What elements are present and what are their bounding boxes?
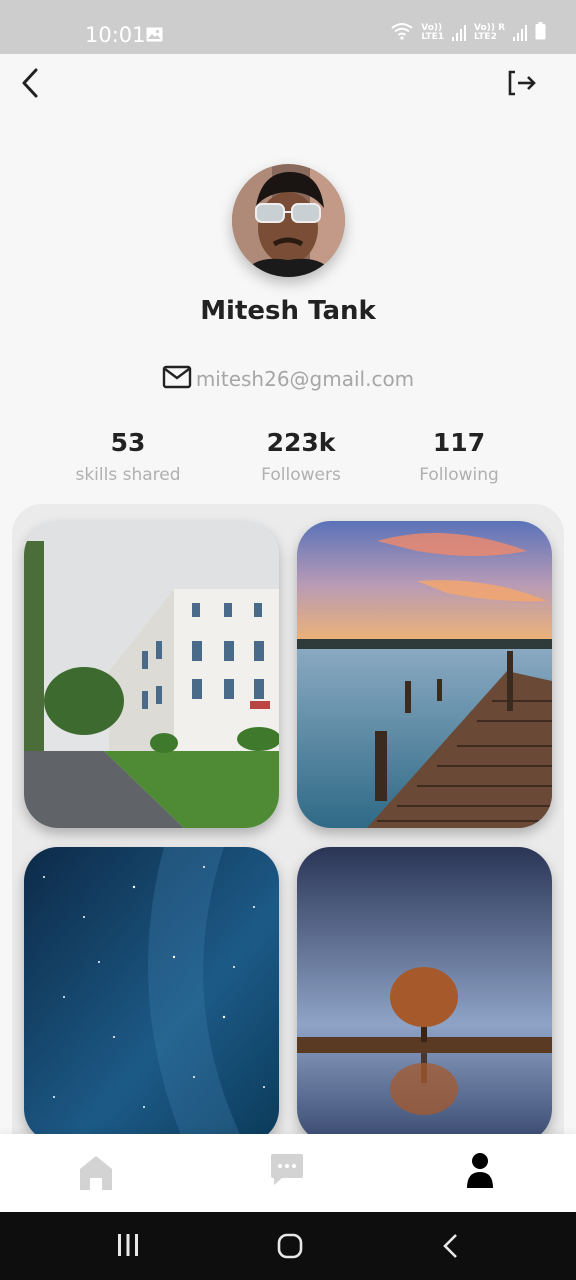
stat-following[interactable]: 117 Following: [369, 425, 549, 485]
gallery-photo-building[interactable]: [24, 521, 279, 828]
wifi-icon: [391, 22, 413, 44]
sim2-label: Vo)) R LTE2: [474, 24, 505, 42]
profile-name: Mitesh Tank: [200, 296, 376, 326]
gallery-photo-night-sky[interactable]: [24, 847, 279, 1143]
signal-icon: [452, 25, 467, 41]
stat-skills[interactable]: 53 skills shared: [38, 425, 218, 485]
mail-icon: [162, 365, 192, 393]
gallery-photo-pier[interactable]: [297, 521, 552, 828]
stat-label: Following: [419, 465, 499, 485]
home-system-button[interactable]: [276, 1232, 304, 1264]
profile-screen: 10:01 Vo)) LTE1 Vo)) R LTE2 Mitesh Tank …: [0, 0, 576, 1280]
system-navigation-bar: [0, 1212, 576, 1280]
chat-icon: [271, 1154, 303, 1185]
home-circle-icon: [277, 1233, 303, 1259]
nav-home[interactable]: [78, 1152, 118, 1192]
sim2-bottom: LTE2: [474, 32, 497, 42]
gallery-icon: [146, 27, 163, 46]
gallery-photo-tree[interactable]: [297, 847, 552, 1143]
status-bar: 10:01 Vo)) LTE1 Vo)) R LTE2: [0, 0, 576, 54]
stat-followers[interactable]: 223k Followers: [211, 425, 391, 485]
recent-apps-icon: [118, 1234, 138, 1256]
logout-button[interactable]: [506, 68, 538, 98]
status-time: 10:01: [85, 23, 146, 47]
nav-chat[interactable]: [268, 1152, 308, 1192]
bottom-nav: [0, 1134, 576, 1212]
sim1-bottom: LTE1: [421, 32, 445, 42]
stat-value: 223k: [266, 428, 336, 457]
home-icon: [80, 1156, 112, 1190]
stat-value: 117: [432, 428, 486, 457]
email-text: mitesh26@gmail.com: [195, 367, 415, 391]
signal-icon: [513, 25, 527, 41]
back-button[interactable]: [18, 66, 46, 100]
logout-icon: [508, 70, 536, 96]
avatar[interactable]: [232, 164, 345, 277]
stat-label: Followers: [261, 465, 341, 485]
status-indicators: Vo)) LTE1 Vo)) R LTE2: [391, 22, 546, 44]
sim1-label: Vo)) LTE1: [421, 24, 444, 42]
back-chevron-icon: [443, 1234, 457, 1258]
nav-profile[interactable]: [465, 1152, 505, 1192]
stat-value: 53: [110, 428, 146, 457]
recent-apps-button[interactable]: [116, 1232, 140, 1262]
battery-icon: [535, 22, 546, 44]
back-system-button[interactable]: [440, 1232, 462, 1264]
photo-gallery[interactable]: [12, 504, 564, 1184]
back-arrow-icon: [22, 68, 38, 98]
stat-label: skills shared: [75, 465, 181, 485]
email-row: mitesh26@gmail.com: [0, 365, 576, 393]
profile-icon: [467, 1153, 493, 1188]
